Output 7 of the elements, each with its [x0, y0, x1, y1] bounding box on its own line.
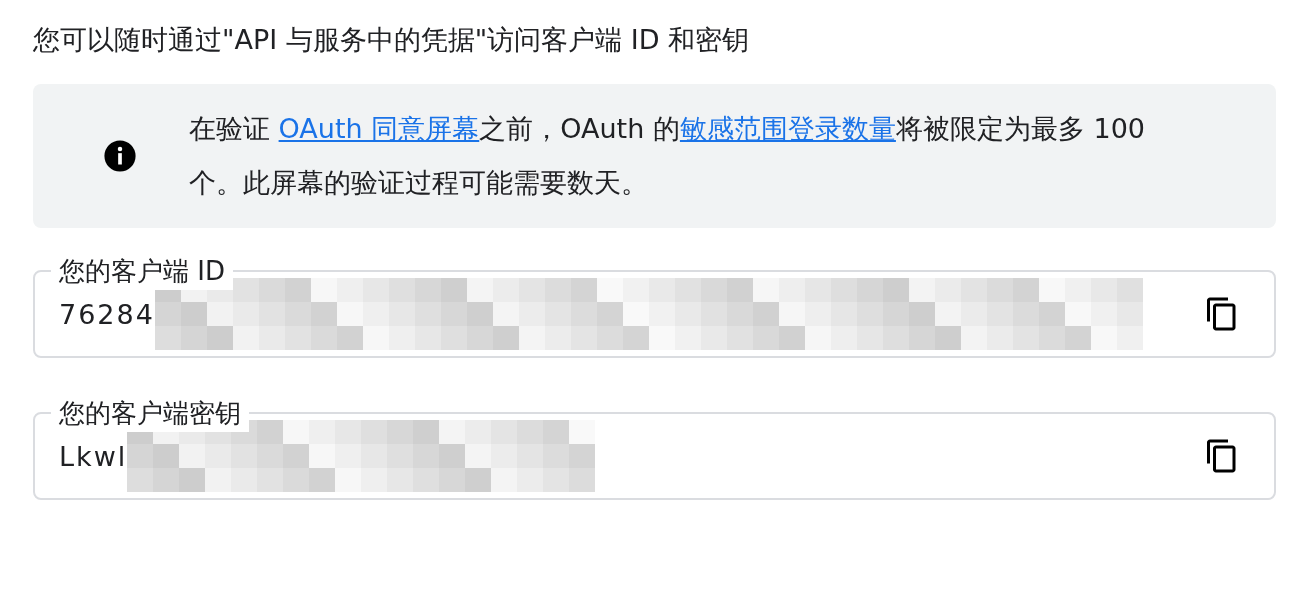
intro-text: 您可以随时通过"API 与服务中的凭据"访问客户端 ID 和密钥 — [33, 23, 751, 57]
notice-link[interactable]: 敏感范围登录数量 — [679, 113, 896, 144]
field-value: Lkwl — [59, 440, 128, 472]
info-icon — [103, 139, 137, 173]
field-value: 76284 — [59, 298, 155, 330]
notice-link[interactable]: OAuth 同意屏幕 — [278, 113, 480, 144]
notice-text: 在验证 OAuth 同意屏幕之前，OAuth 的敏感范围登录数量将被限定为最多 100 个。此屏幕的验证过程可能需要数天。 — [189, 112, 1147, 200]
